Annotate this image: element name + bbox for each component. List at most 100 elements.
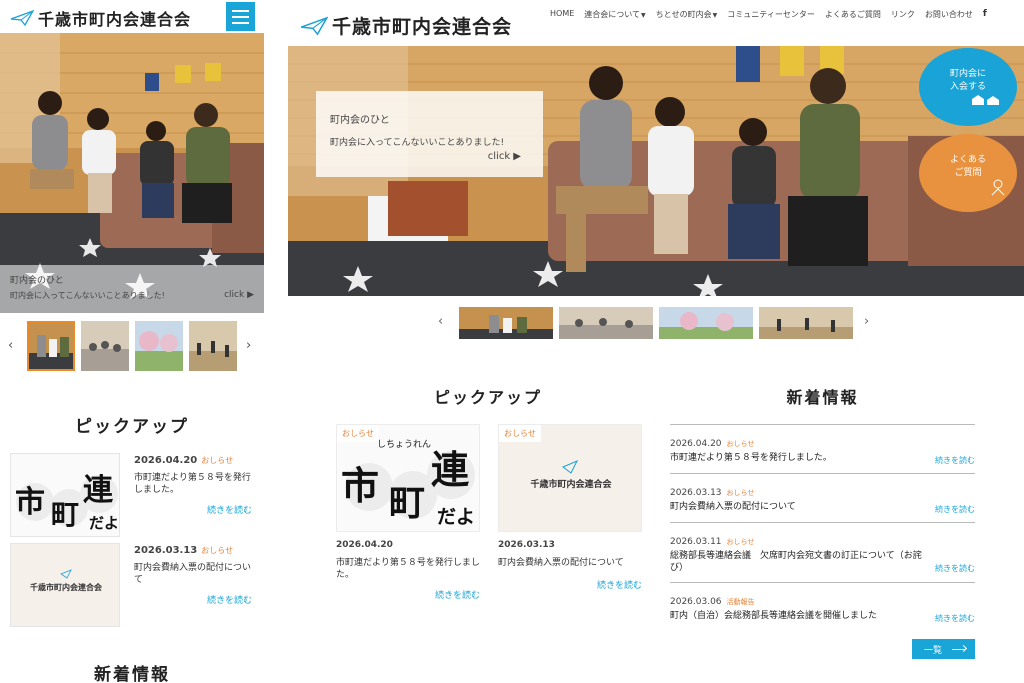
menu-line-icon: [232, 15, 249, 18]
hero-click-link[interactable]: click ▶: [488, 151, 521, 162]
slider-next-button[interactable]: ›: [864, 314, 869, 329]
category-tag: おしらせ: [337, 425, 379, 442]
news-item[interactable]: 2026.04.20 おしらせ 市町連だより第５８号を発行しました。 続きを読む: [670, 424, 975, 473]
read-more-link[interactable]: 続きを読む: [207, 593, 252, 606]
news-item[interactable]: 2026.03.06 活動報告 町内（自治）会総務部長等連絡会議を開催しました 続…: [670, 582, 975, 631]
pickup-card[interactable]: しちょうれん 市 町 連 だよ おしらせ 2026.04.20 市町連だより第５…: [336, 424, 480, 601]
nav-links[interactable]: リンク: [891, 9, 915, 20]
news-title-text[interactable]: 町内（自治）会総務部長等連絡会議を開催しました: [670, 611, 925, 623]
news-date: 2026.03.06 活動報告: [670, 597, 755, 607]
slider-prev-button[interactable]: ‹: [438, 314, 443, 329]
pickup-date: 2026.04.20 おしらせ: [134, 455, 234, 466]
nav-home[interactable]: HOME: [550, 9, 574, 20]
mobile-hero-image[interactable]: 町内会のひと 町内会に入ってこんないいことありました! click ▶: [0, 33, 264, 313]
desktop-hero-image[interactable]: 町内会のひと 町内会に入ってこんないいことありました! click ▶ 町内会に…: [288, 46, 1024, 296]
pickup-image-caption: 千歳市町内会連合会: [530, 480, 612, 490]
thumbnail-4[interactable]: [189, 321, 237, 371]
news-category: おしらせ: [726, 489, 755, 497]
global-nav: HOME 連合会について▼ ちとせの町内会▼ コミュニティーセンター よくあるご…: [550, 9, 1020, 20]
read-more-link[interactable]: 続きを読む: [207, 503, 252, 516]
hero-caption-text: 町内会に入ってこんないいことありました!: [10, 291, 165, 300]
facebook-icon[interactable]: f: [983, 9, 987, 20]
news-date: 2026.03.13 おしらせ: [670, 488, 755, 498]
desktop-slider-thumbnails: ‹ ›: [288, 304, 1024, 342]
nav-community-center[interactable]: コミュニティーセンター: [727, 9, 815, 20]
news-item[interactable]: 2026.03.11 おしらせ 総務部長等連絡会議 欠席町内会宛文書の訂正について…: [670, 522, 975, 582]
svg-text:連: 連: [431, 448, 470, 492]
svg-text:市: 市: [341, 464, 379, 508]
caret-down-icon: ▼: [641, 12, 646, 19]
mobile-hero-caption: 町内会のひと 町内会に入ってこんないいことありました! click ▶: [0, 265, 264, 313]
news-title-text[interactable]: 総務部長等連絡会議 欠席町内会宛文書の訂正について（お詫び）: [670, 551, 925, 574]
nav-about[interactable]: 連合会について▼: [584, 9, 645, 20]
thumbnail-2[interactable]: [81, 321, 129, 371]
svg-text:連: 連: [83, 473, 114, 508]
arrow-right-icon: [952, 648, 967, 650]
mobile-logo-text: 千歳市町内会連合会: [38, 10, 192, 29]
hamburger-menu-button[interactable]: [226, 2, 255, 31]
mobile-news-title: 新着情報: [94, 665, 170, 683]
mobile-logo[interactable]: 千歳市町内会連合会: [10, 6, 191, 30]
read-more-link[interactable]: 続きを読む: [597, 578, 642, 591]
slider-next-button[interactable]: ›: [246, 338, 251, 353]
caret-down-icon: ▼: [712, 12, 718, 19]
thumbnail-3[interactable]: [659, 307, 753, 339]
pickup-title-text[interactable]: 市町連だより第５８号を発行しました。: [336, 557, 480, 581]
read-more-link[interactable]: 続きを読む: [435, 588, 480, 601]
join-association-button[interactable]: 町内会に 入会する: [919, 48, 1017, 126]
read-more-link[interactable]: 続きを読む: [935, 455, 975, 466]
hero-caption-heading: 町内会のひと: [10, 276, 64, 286]
mobile-pickup-card[interactable]: 市 町 連 だよ 2026.04.20 おしらせ 市町連だより第５８号を発行しまし…: [10, 453, 255, 537]
svg-text:市: 市: [15, 485, 45, 520]
read-more-link[interactable]: 続きを読む: [935, 563, 975, 574]
desktop-logo[interactable]: 千歳市町内会連合会: [300, 12, 512, 39]
houses-icon: [972, 95, 999, 105]
pickup-category: おしらせ: [201, 456, 234, 465]
pickup-date: 2026.03.13 おしらせ: [134, 545, 234, 556]
pickup-title-text[interactable]: 市町連だより第５８号を発行しました。: [134, 473, 254, 496]
pickup-title-text[interactable]: 町内会費納入票の配付について: [134, 563, 254, 586]
pickup-date: 2026.03.13: [498, 540, 555, 550]
svg-text:だよ: だよ: [437, 506, 475, 528]
thumbnail-3[interactable]: [135, 321, 183, 371]
paper-plane-icon: [10, 10, 34, 26]
news-title-text[interactable]: 市町連だより第５８号を発行しました。: [670, 453, 925, 465]
news-title-text[interactable]: 町内会費納入票の配付について: [670, 502, 925, 514]
nav-faq[interactable]: よくあるご質問: [825, 9, 881, 20]
news-category: おしらせ: [726, 440, 755, 448]
pickup-date: 2026.04.20: [336, 540, 393, 550]
slider-prev-button[interactable]: ‹: [8, 338, 13, 353]
pickup-image-logo: 千歳市町内会連合会: [10, 543, 120, 627]
read-more-link[interactable]: 続きを読む: [935, 504, 975, 515]
news-item[interactable]: 2026.03.13 おしらせ 町内会費納入票の配付について 続きを読む: [670, 473, 975, 522]
mobile-slider-thumbnails: ‹ ›: [0, 318, 264, 374]
news-date: 2026.03.11 おしらせ: [670, 537, 755, 547]
thumbnail-1[interactable]: [27, 321, 75, 371]
news-list-button[interactable]: 一覧: [912, 639, 975, 659]
thumbnail-2[interactable]: [559, 307, 653, 339]
svg-text:町: 町: [51, 498, 79, 531]
pickup-image-caption: 千歳市町内会連合会: [30, 583, 102, 592]
menu-line-icon: [232, 9, 249, 12]
pickup-card[interactable]: 千歳市町内会連合会 おしらせ 2026.03.13 町内会費納入票の配付について…: [498, 424, 642, 594]
desktop-news-title: 新着情報: [786, 388, 859, 407]
nav-contact[interactable]: お問い合わせ: [925, 9, 973, 20]
faq-button[interactable]: よくある ご質問: [919, 134, 1017, 212]
menu-line-icon: [232, 21, 249, 24]
thumbnail-1[interactable]: [459, 307, 553, 339]
pickup-image-newsletter: 市 町 連 だよ: [10, 453, 120, 537]
pickup-image-logo: 千歳市町内会連合会 おしらせ: [498, 424, 642, 532]
desktop-logo-text: 千歳市町内会連合会: [332, 16, 513, 38]
hero-caption-heading: 町内会のひと: [330, 115, 390, 126]
thumbnail-4[interactable]: [759, 307, 853, 339]
pickup-image-newsletter: しちょうれん 市 町 連 だよ おしらせ: [336, 424, 480, 532]
mobile-pickup-card[interactable]: 千歳市町内会連合会 2026.03.13 おしらせ 町内会費納入票の配付について …: [10, 543, 255, 627]
nav-chitose-associations[interactable]: ちとせの町内会▼: [656, 9, 718, 20]
desktop-hero-caption: 町内会のひと 町内会に入ってこんないいことありました! click ▶: [316, 91, 543, 177]
mobile-preview: 千歳市町内会連合会 町内会のひと 町内会に入ってこんないいことありました! cl…: [0, 0, 264, 683]
hero-click-link[interactable]: click ▶: [224, 290, 254, 300]
pickup-title-text[interactable]: 町内会費納入票の配付について: [498, 557, 642, 569]
read-more-link[interactable]: 続きを読む: [935, 613, 975, 624]
news-category: 活動報告: [726, 598, 755, 606]
desktop-pickup-title: ピックアップ: [433, 388, 542, 407]
